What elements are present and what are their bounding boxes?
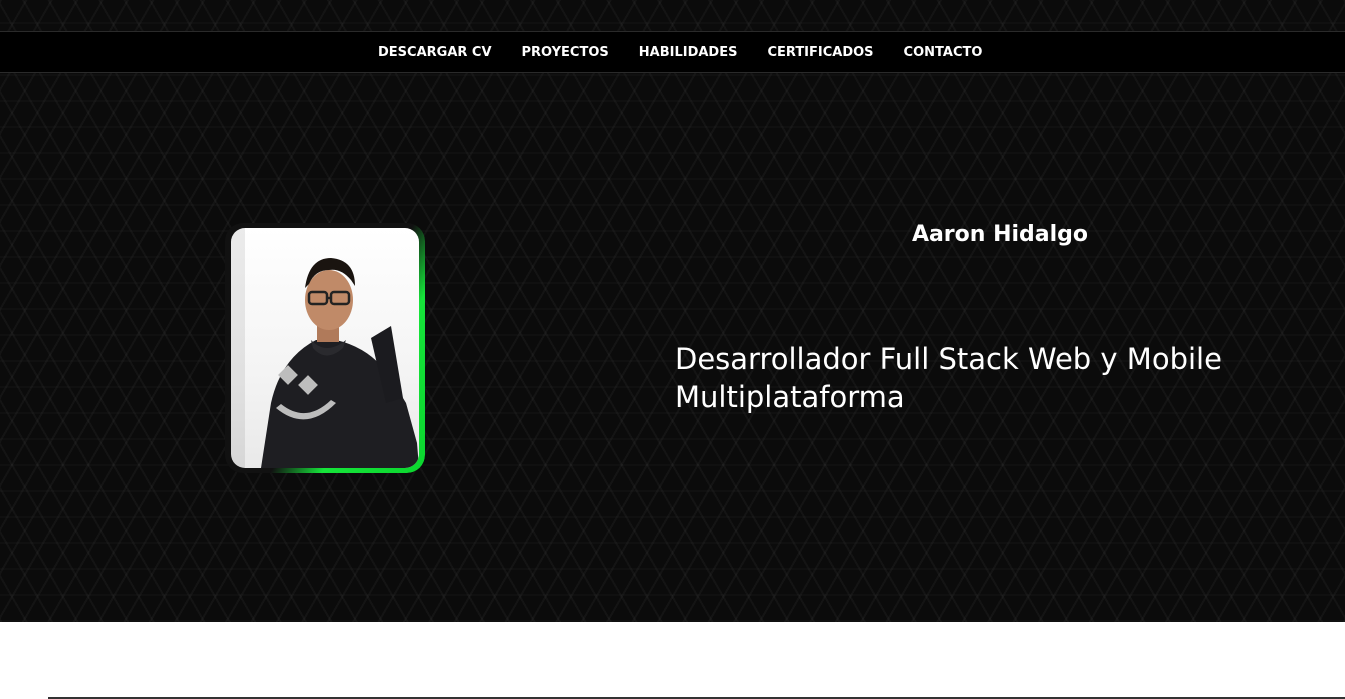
- hero-section: DESCARGAR CV PROYECTOS HABILIDADES CERTI…: [0, 0, 1345, 622]
- nav-item-habilidades[interactable]: HABILIDADES: [639, 45, 738, 60]
- nav-item-certificados[interactable]: CERTIFICADOS: [767, 45, 873, 60]
- nav-list: DESCARGAR CV PROYECTOS HABILIDADES CERTI…: [378, 32, 982, 72]
- nav-item-proyectos[interactable]: PROYECTOS: [522, 45, 609, 60]
- nav-item-contacto[interactable]: CONTACTO: [904, 45, 983, 60]
- profile-name: Aaron Hidalgo: [911, 222, 1089, 247]
- main-navbar: DESCARGAR CV PROYECTOS HABILIDADES CERTI…: [0, 32, 1345, 73]
- person-illustration: [231, 228, 419, 468]
- nav-item-descargar-cv[interactable]: DESCARGAR CV: [378, 45, 492, 60]
- headline-line-1: Desarrollador Full Stack Web y Mobile: [675, 342, 1222, 376]
- profile-photo-frame: [225, 223, 425, 473]
- profile-photo: [231, 228, 419, 468]
- profile-headline: Desarrollador Full Stack Web y Mobile Mu…: [675, 340, 1315, 416]
- headline-line-2: Multiplataforma: [675, 380, 905, 414]
